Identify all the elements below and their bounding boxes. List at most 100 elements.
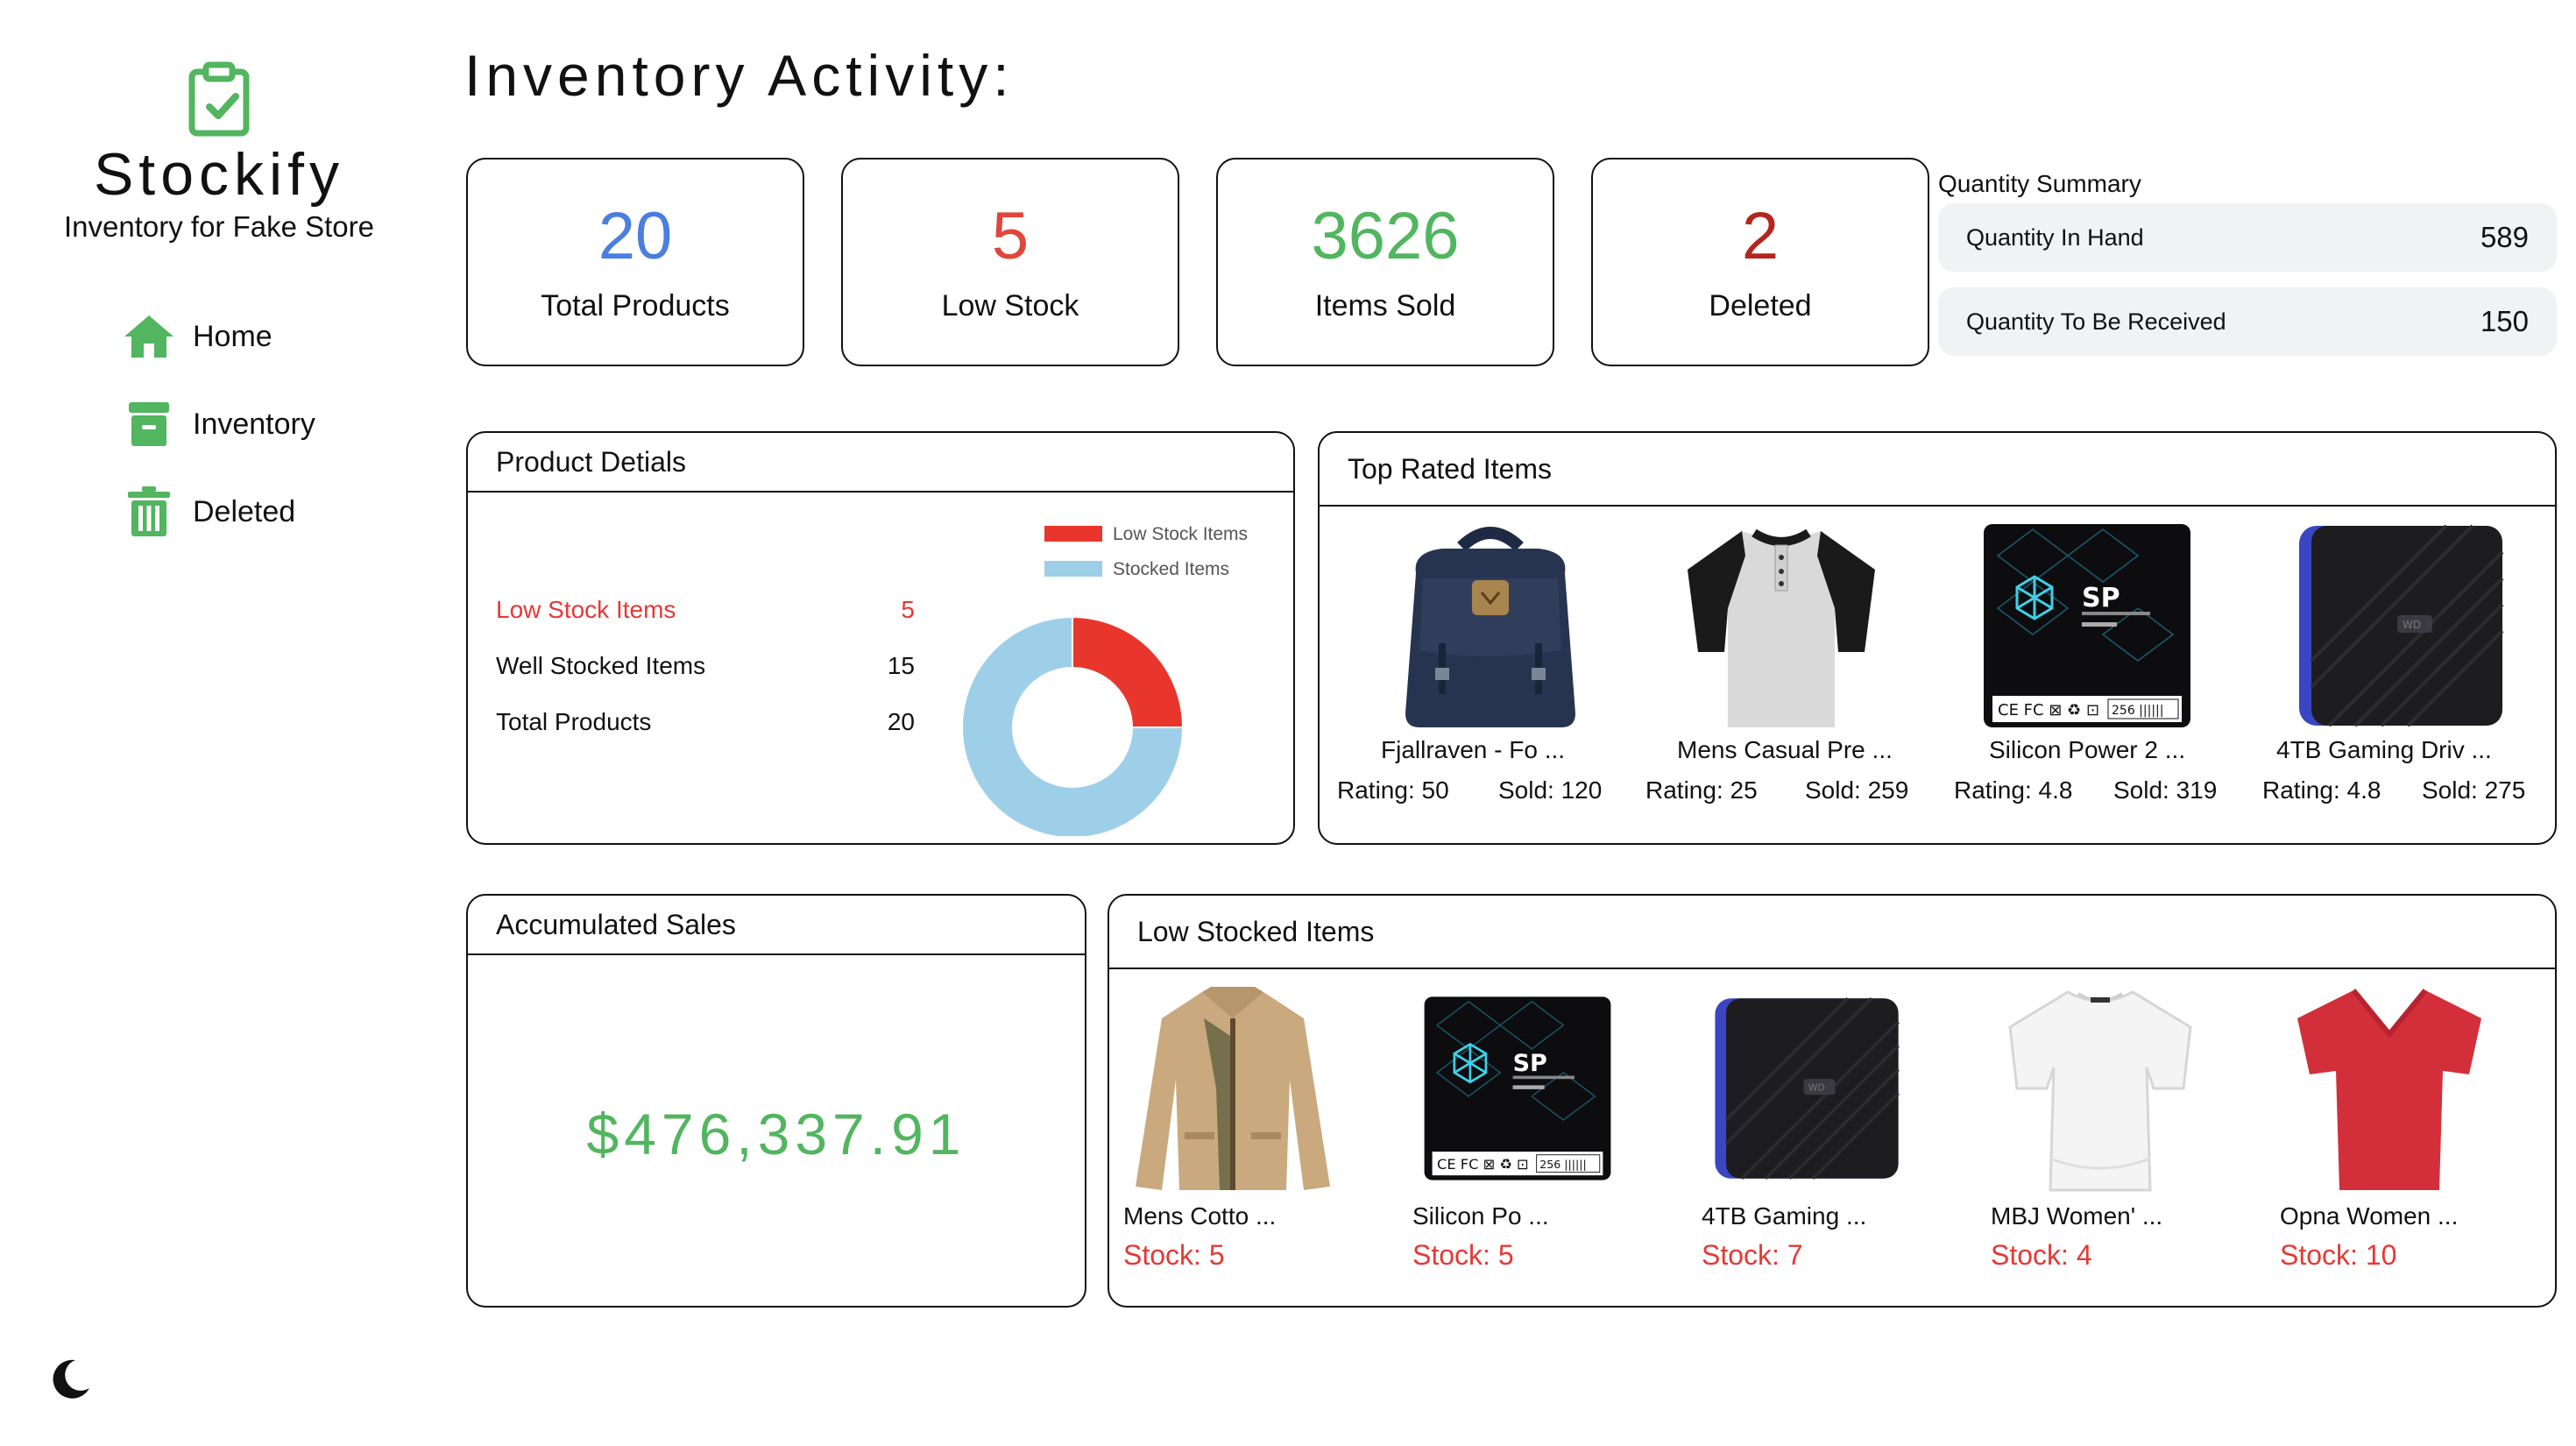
svg-text:WD: WD	[1808, 1082, 1825, 1094]
moon-icon[interactable]	[49, 1357, 93, 1400]
low-stocked-panel: Low Stocked Items Mens Cotto ... Stock: …	[1108, 894, 2557, 1308]
legend-swatch	[1044, 561, 1102, 577]
top-rated-item[interactable]: SP CE FC ⊠ ♻ ⊡ 256 |||||| Silicon Power …	[1954, 521, 2243, 836]
stat-card-low-stock: 5 Low Stock	[841, 158, 1179, 366]
item-name: Silicon Po ...	[1412, 1202, 1549, 1230]
detail-label: Well Stocked Items	[496, 652, 706, 679]
top-rated-item[interactable]: WD 4TB Gaming Driv ... Rating: 4.8 Sold:…	[2262, 521, 2551, 836]
top-rated-item[interactable]: Mens Casual Pre ... Rating: 25 Sold: 259	[1645, 521, 1935, 836]
item-name: Opna Women ...	[2280, 1202, 2459, 1230]
item-stock: Stock: 4	[1991, 1239, 2092, 1271]
item-sold: Sold: 259	[1805, 776, 1909, 804]
low-stock-item[interactable]: Mens Cotto ... Stock: 5	[1123, 983, 1404, 1299]
item-name: 4TB Gaming Driv ...	[2276, 736, 2492, 763]
donut-slice	[1072, 615, 1185, 728]
stat-value: 5	[991, 199, 1030, 273]
stat-label: Deleted	[1709, 289, 1812, 323]
backpack-image	[1405, 527, 1575, 727]
item-name: Silicon Power 2 ...	[1989, 736, 2186, 763]
svg-text:SP: SP	[2082, 583, 2120, 613]
svg-text:CE FC ⊠ ♻ ⊡: CE FC ⊠ ♻ ⊡	[1437, 1156, 1529, 1173]
white-tshirt-image	[2008, 990, 2192, 1192]
accumulated-sales-panel: Accumulated Sales $476,337.91	[466, 894, 1086, 1308]
svg-text:256 ||||||: 256 ||||||	[1539, 1158, 1587, 1171]
red-tshirt-image	[2297, 989, 2481, 1190]
panel-title: Accumulated Sales	[468, 896, 1085, 955]
stat-card-deleted: 2 Deleted	[1591, 158, 1929, 366]
top-rated-panel: Top Rated Items Fjallraven - Fo ... Rati…	[1318, 431, 2557, 845]
svg-text:CE FC ⊠ ♻ ⊡: CE FC ⊠ ♻ ⊡	[1998, 701, 2099, 719]
item-rating: Rating: 25	[1645, 776, 1758, 804]
ssd-image: SP CE FC ⊠ ♻ ⊡ 256 ||||||	[1984, 524, 2190, 727]
accumulated-sales-value: $476,337.91	[586, 1102, 966, 1166]
detail-row-well-stocked: Well Stocked Items 15	[496, 652, 915, 680]
sidebar-item-label: Deleted	[193, 494, 296, 528]
clipboard-check-icon	[188, 61, 250, 137]
detail-value: 15	[887, 652, 915, 679]
quantity-value: 589	[2480, 221, 2529, 253]
item-rating: Rating: 4.8	[1954, 776, 2073, 804]
stat-label: Low Stock	[941, 289, 1079, 323]
top-rated-item[interactable]: Fjallraven - Fo ... Rating: 50 Sold: 120	[1337, 521, 1626, 836]
sidebar-item-deleted[interactable]: Deleted	[121, 484, 295, 540]
ssd-image: SP CE FC ⊠ ♻ ⊡ 256 ||||||	[1424, 996, 1611, 1180]
quantity-value: 150	[2480, 305, 2529, 337]
quantity-summary-title: Quantity Summary	[1938, 170, 2141, 197]
donut-chart: Low Stock Items Stocked Items	[961, 524, 1248, 836]
item-stock: Stock: 5	[1412, 1239, 1514, 1271]
detail-value: 20	[887, 708, 915, 735]
detail-value: 5	[901, 596, 915, 623]
stat-card-items-sold: 3626 Items Sold	[1216, 158, 1554, 366]
sidebar-item-inventory[interactable]: Inventory	[121, 396, 315, 452]
item-rating: Rating: 4.8	[2262, 776, 2381, 804]
stat-value: 20	[598, 199, 673, 273]
stat-label: Items Sold	[1314, 289, 1456, 323]
panel-title: Low Stocked Items	[1109, 896, 2555, 969]
home-icon	[121, 308, 177, 365]
detail-row-total: Total Products 20	[496, 708, 915, 736]
item-name: Mens Casual Pre ...	[1677, 736, 1893, 763]
detail-label: Total Products	[496, 708, 652, 735]
archive-box-icon	[121, 396, 177, 452]
stat-card-total-products: 20 Total Products	[466, 158, 804, 366]
low-stock-item[interactable]: Opna Women ... Stock: 10	[2280, 983, 2543, 1299]
trash-icon	[121, 484, 177, 540]
stat-label: Total Products	[541, 289, 730, 323]
legend-label: Stocked Items	[1113, 559, 1229, 579]
brand-tagline: Inventory for Fake Store	[64, 210, 374, 243]
brand-name: Stockify	[93, 141, 345, 208]
svg-text:WD: WD	[2403, 619, 2421, 631]
item-name: Mens Cotto ...	[1123, 1202, 1277, 1230]
legend-label: Low Stock Items	[1113, 524, 1248, 544]
shirt-image	[1688, 528, 1875, 727]
sidebar-item-label: Home	[193, 319, 272, 353]
svg-text:SP: SP	[1513, 1050, 1547, 1077]
stat-value: 3626	[1311, 199, 1460, 273]
hard-drive-image: WD	[1715, 996, 1900, 1180]
quantity-to-be-received-row: Quantity To Be Received 150	[1938, 287, 2557, 356]
sidebar: Stockify Inventory for Fake Store Home I…	[0, 0, 438, 1446]
item-rating: Rating: 50	[1337, 776, 1449, 804]
low-stock-item[interactable]: SP CE FC ⊠ ♻ ⊡ 256 |||||| Silicon Po ...…	[1412, 983, 1693, 1299]
item-sold: Sold: 275	[2422, 776, 2526, 804]
hard-drive-image: WD	[2299, 524, 2504, 727]
detail-row-low-stock: Low Stock Items 5	[496, 596, 915, 624]
product-details-panel: Product Detials Low Stock Items 5 Well S…	[466, 431, 1295, 845]
detail-label: Low Stock Items	[496, 596, 676, 623]
svg-text:256 ||||||: 256 ||||||	[2112, 704, 2163, 718]
quantity-label: Quantity In Hand	[1966, 223, 2144, 251]
low-stock-item[interactable]: WD 4TB Gaming ... Stock: 7	[1702, 983, 1982, 1299]
legend-swatch	[1044, 526, 1102, 542]
item-sold: Sold: 319	[2113, 776, 2218, 804]
item-stock: Stock: 7	[1702, 1239, 1803, 1271]
quantity-label: Quantity To Be Received	[1966, 308, 2226, 335]
item-stock: Stock: 5	[1123, 1239, 1225, 1271]
item-name: MBJ Women' ...	[1991, 1202, 2163, 1230]
sidebar-item-home[interactable]: Home	[121, 308, 272, 365]
panel-title: Product Detials	[468, 433, 1293, 493]
item-name: Fjallraven - Fo ...	[1381, 736, 1566, 763]
item-stock: Stock: 10	[2280, 1239, 2397, 1271]
item-name: 4TB Gaming ...	[1702, 1202, 1867, 1230]
low-stock-item[interactable]: MBJ Women' ... Stock: 4	[1991, 983, 2271, 1299]
panel-title: Top Rated Items	[1320, 433, 2555, 507]
